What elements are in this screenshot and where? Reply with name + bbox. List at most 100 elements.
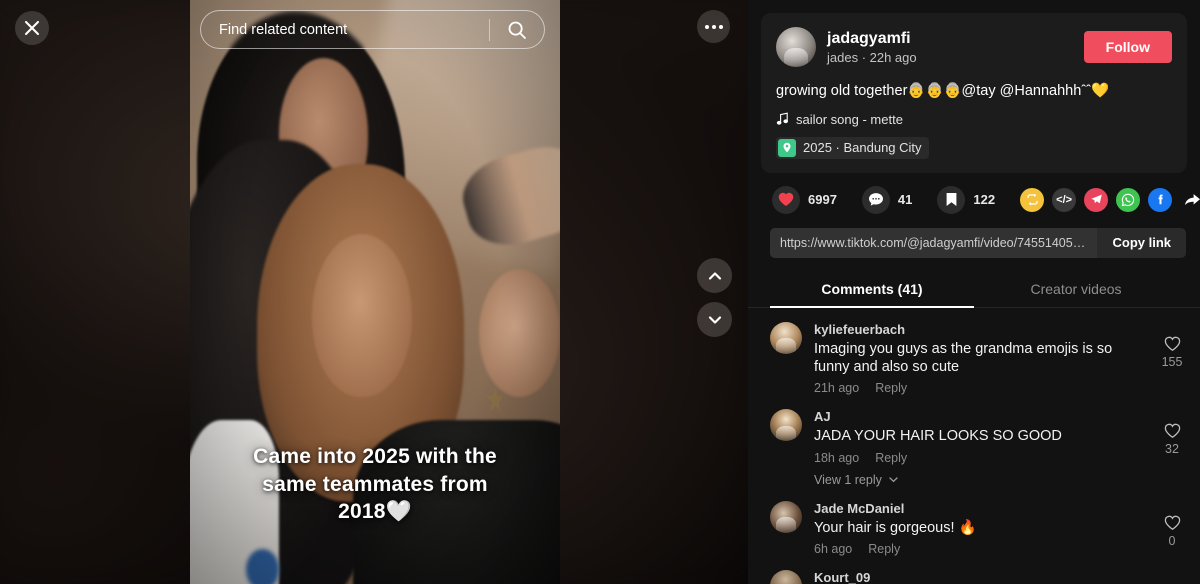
search-input[interactable]: Find related content — [201, 22, 489, 38]
comment-text: Imaging you guys as the grandma emojis i… — [814, 340, 1113, 375]
location-chip[interactable]: 2025 · Bandung City — [776, 136, 929, 159]
commenter-name[interactable]: Kourt_09 — [814, 570, 1146, 584]
chevron-down-icon — [708, 315, 721, 324]
share-link-bar: https://www.tiktok.com/@jadagyamfi/video… — [770, 227, 1186, 258]
video-url[interactable]: https://www.tiktok.com/@jadagyamfi/video… — [770, 227, 1098, 258]
avatar[interactable] — [770, 321, 802, 354]
comment-reply-button[interactable]: Reply — [875, 451, 907, 465]
comment-meta: 18h ago Reply — [814, 451, 1146, 465]
comment-like-button[interactable] — [1156, 570, 1188, 584]
comment-item: Jade McDaniel Your hair is gorgeous! 🔥 6… — [770, 487, 1188, 556]
share-targets: </> — [1020, 187, 1200, 212]
comment-reply-button[interactable]: Reply — [875, 381, 907, 395]
video-stage[interactable]: Came into 2025 with the same teammates f… — [0, 0, 748, 584]
video-text-overlay: Came into 2025 with the same teammates f… — [190, 443, 560, 526]
embed-code-icon[interactable]: </> — [1052, 187, 1077, 212]
next-video-button[interactable] — [697, 302, 732, 337]
caption-line-3: 2018🤍 — [338, 500, 412, 524]
comment-like-count: 0 — [1168, 533, 1176, 548]
engagement-bar: 6997 41 122 </> — [748, 173, 1200, 214]
bookmark-button[interactable]: 122 — [937, 185, 995, 214]
comment-meta: 21h ago Reply — [814, 381, 1146, 395]
commenter-name[interactable]: Jade McDaniel — [814, 501, 1146, 516]
caption-line-1: Came into 2025 with the — [253, 445, 497, 468]
facebook-icon[interactable] — [1148, 187, 1173, 212]
search-button[interactable] — [490, 20, 544, 40]
close-icon — [24, 20, 40, 36]
dot-icon — [704, 24, 709, 29]
comment-body: Jade McDaniel Your hair is gorgeous! 🔥 6… — [814, 501, 1156, 556]
commenter-avatar-wrap — [770, 500, 802, 556]
previous-video-button[interactable] — [697, 258, 732, 293]
location-text: 2025 · Bandung City — [803, 140, 922, 156]
info-panel: jadagyamfi jades · 22h ago Follow growin… — [748, 0, 1200, 584]
commenter-name[interactable]: AJ — [814, 409, 1146, 424]
more-options-button[interactable] — [697, 10, 730, 43]
repost-icon[interactable] — [1020, 187, 1045, 212]
commenter-avatar-wrap — [770, 321, 802, 396]
comment-body: kyliefeuerbach Imaging you guys as the g… — [814, 322, 1156, 396]
avatar[interactable] — [770, 409, 802, 442]
post-description: growing old together👵👵👵@tay @Hannahhhˆˆ💛 — [776, 83, 1109, 99]
dot-icon — [711, 24, 716, 29]
find-related-content-search[interactable]: Find related content — [200, 10, 545, 49]
comment-button[interactable]: 41 — [861, 185, 913, 214]
location-row[interactable]: 2025 · Bandung City — [776, 136, 1172, 159]
dot-icon — [718, 24, 723, 29]
like-count: 6997 — [808, 192, 837, 208]
author-row: jadagyamfi jades · 22h ago Follow — [776, 27, 1172, 67]
comment-item: AJ JADA YOUR HAIR LOOKS SO GOOD 18h ago … — [770, 395, 1188, 487]
author-avatar[interactable] — [776, 27, 816, 67]
view-replies-label: View 1 reply — [814, 472, 882, 487]
location-pin-icon — [778, 138, 796, 157]
comment-body: AJ JADA YOUR HAIR LOOKS SO GOOD 18h ago … — [814, 409, 1156, 486]
author-username[interactable]: jadagyamfi — [827, 29, 1084, 48]
heart-outline-icon — [1164, 515, 1180, 530]
comment-text: JADA YOUR HAIR LOOKS SO GOOD — [814, 428, 1062, 445]
comment-like-button[interactable]: 155 — [1156, 322, 1188, 396]
chevron-up-icon — [708, 271, 721, 280]
post-info-card: jadagyamfi jades · 22h ago Follow growin… — [761, 13, 1187, 173]
comments-list[interactable]: kyliefeuerbach Imaging you guys as the g… — [748, 308, 1200, 584]
comment-text: Your hair is gorgeous! 🔥 — [814, 519, 977, 536]
search-icon — [508, 21, 526, 39]
like-button[interactable]: 6997 — [772, 185, 837, 214]
share-arrow-icon[interactable] — [1180, 188, 1200, 212]
tiktok-video-page: Came into 2025 with the same teammates f… — [0, 0, 1200, 584]
comment-like-count: 155 — [1161, 354, 1183, 369]
follow-button[interactable]: Follow — [1083, 31, 1172, 63]
author-meta: jadagyamfi jades · 22h ago — [827, 29, 1084, 65]
commenter-avatar-wrap — [770, 409, 802, 486]
bookmark-icon — [937, 185, 966, 214]
music-row[interactable]: sailor song - mette — [776, 112, 1172, 127]
comment-count: 41 — [897, 192, 913, 208]
music-title[interactable]: sailor song - mette — [796, 112, 903, 127]
heart-outline-icon — [1164, 424, 1180, 439]
copy-link-button[interactable]: Copy link — [1097, 235, 1186, 250]
music-note-icon — [776, 112, 788, 125]
comment-like-button[interactable]: 0 — [1156, 501, 1188, 556]
avatar[interactable] — [770, 500, 802, 533]
caption-line-2: same teammates from — [262, 472, 488, 496]
heart-icon — [772, 185, 800, 214]
video-player[interactable]: Came into 2025 with the same teammates f… — [190, 0, 560, 584]
comment-body: Kourt_09 — [814, 570, 1156, 584]
comment-like-count: 32 — [1165, 442, 1179, 457]
tab-creator-videos[interactable]: Creator videos — [974, 273, 1178, 307]
commenter-avatar-wrap — [770, 570, 802, 584]
commenter-name[interactable]: kyliefeuerbach — [814, 322, 1146, 337]
comment-item: kyliefeuerbach Imaging you guys as the g… — [770, 308, 1188, 396]
view-replies-button[interactable]: View 1 reply — [814, 473, 1146, 487]
comment-reply-button[interactable]: Reply — [868, 542, 900, 556]
telegram-icon[interactable] — [1084, 187, 1109, 212]
panel-tabs: Comments (41) Creator videos — [748, 273, 1200, 308]
whatsapp-icon[interactable] — [1116, 187, 1141, 212]
avatar[interactable] — [770, 570, 802, 584]
comment-bubble-icon — [861, 185, 890, 214]
comment-time: 18h ago — [814, 450, 860, 465]
comment-like-button[interactable]: 32 — [1156, 409, 1188, 486]
comment-time: 6h ago — [814, 542, 853, 557]
close-button[interactable] — [15, 11, 49, 45]
comment-time: 21h ago — [814, 381, 860, 396]
tab-comments[interactable]: Comments (41) — [770, 273, 974, 308]
